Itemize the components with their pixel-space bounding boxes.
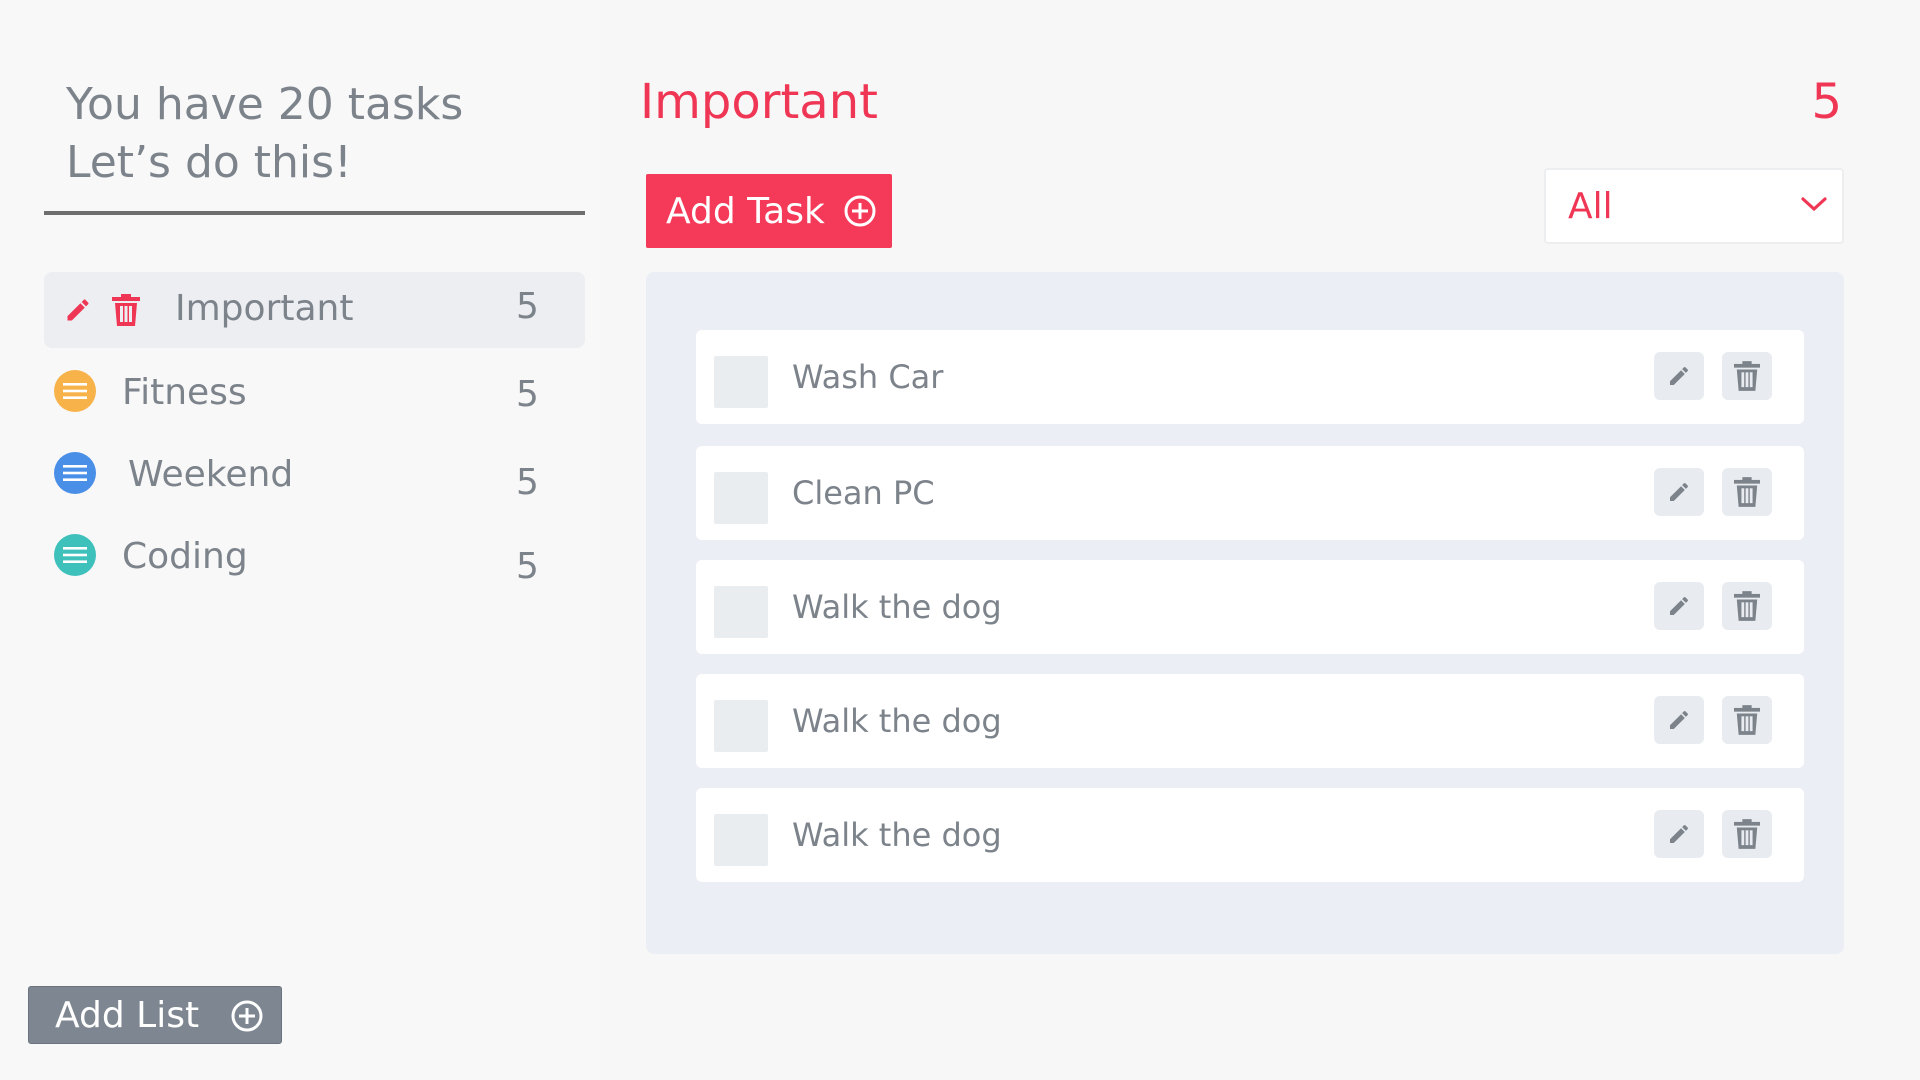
delete-task-button[interactable]: [1722, 468, 1772, 516]
list-icon: [54, 370, 96, 412]
list-icon: [54, 534, 96, 576]
task-name: Walk the dog: [792, 816, 1002, 854]
sidebar-item-important[interactable]: Important 5: [44, 272, 585, 348]
trash-icon: [1734, 361, 1760, 391]
chevron-down-icon: [1800, 196, 1828, 218]
task-checkbox[interactable]: [714, 356, 768, 408]
delete-task-button[interactable]: [1722, 696, 1772, 744]
add-task-label: Add Task: [666, 190, 825, 232]
plus-circle-icon: [231, 1000, 263, 1041]
task-name: Walk the dog: [792, 588, 1002, 626]
list-icon: [54, 452, 96, 494]
sidebar-item-label: Weekend: [128, 454, 294, 495]
sidebar-item-count: 5: [516, 286, 539, 327]
pencil-icon: [1670, 824, 1689, 843]
task-name: Clean PC: [792, 474, 935, 512]
task-list: Wash Car Clean PC Walk the dog Walk the …: [646, 272, 1844, 954]
task-row: Walk the dog: [696, 674, 1804, 768]
edit-task-button[interactable]: [1654, 468, 1704, 516]
pencil-icon: [1670, 482, 1689, 501]
sidebar-item-count: 5: [516, 546, 539, 587]
delete-task-button[interactable]: [1722, 810, 1772, 858]
add-list-button[interactable]: Add List: [28, 986, 282, 1044]
divider: [44, 211, 585, 215]
sidebar: You have 20 tasks Let’s do this! Importa…: [0, 0, 600, 1080]
greeting-line-1: You have 20 tasks: [66, 79, 464, 130]
delete-task-button[interactable]: [1722, 582, 1772, 630]
task-row: Walk the dog: [696, 560, 1804, 654]
filter-select[interactable]: All: [1544, 168, 1844, 244]
edit-task-button[interactable]: [1654, 352, 1704, 400]
task-checkbox[interactable]: [714, 586, 768, 638]
add-list-label: Add List: [55, 994, 200, 1036]
task-row: Wash Car: [696, 330, 1804, 424]
task-checkbox[interactable]: [714, 814, 768, 866]
edit-task-button[interactable]: [1654, 810, 1704, 858]
pencil-icon: [1670, 596, 1689, 615]
sidebar-item-coding[interactable]: Coding 5: [44, 520, 585, 596]
task-count: 5: [1811, 74, 1842, 130]
pencil-icon[interactable]: [64, 296, 92, 324]
sidebar-item-weekend[interactable]: Weekend 5: [44, 438, 585, 514]
trash-icon: [1734, 819, 1760, 849]
edit-task-button[interactable]: [1654, 696, 1704, 744]
task-checkbox[interactable]: [714, 700, 768, 752]
plus-circle-icon: [844, 195, 876, 236]
trash-icon: [1734, 477, 1760, 507]
greeting-line-2: Let’s do this!: [66, 137, 352, 188]
sidebar-item-label: Important: [175, 288, 354, 329]
delete-task-button[interactable]: [1722, 352, 1772, 400]
sidebar-item-label: Coding: [122, 536, 248, 577]
trash-icon: [1734, 705, 1760, 735]
task-row: Clean PC: [696, 446, 1804, 540]
sidebar-item-count: 5: [516, 374, 539, 415]
task-row: Walk the dog: [696, 788, 1804, 882]
task-summary-heading: You have 20 tasks Let’s do this!: [66, 76, 463, 192]
task-checkbox[interactable]: [714, 472, 768, 524]
sidebar-item-count: 5: [516, 462, 539, 503]
page-title: Important: [640, 74, 878, 130]
task-name: Wash Car: [792, 358, 944, 396]
edit-task-button[interactable]: [1654, 582, 1704, 630]
trash-icon: [1734, 591, 1760, 621]
sidebar-item-fitness[interactable]: Fitness 5: [44, 356, 585, 432]
pencil-icon: [1670, 710, 1689, 729]
filter-value: All: [1568, 186, 1613, 227]
add-task-button[interactable]: Add Task: [646, 174, 892, 248]
sidebar-item-label: Fitness: [122, 372, 247, 413]
task-name: Walk the dog: [792, 702, 1002, 740]
trash-icon[interactable]: [112, 294, 140, 326]
pencil-icon: [1670, 366, 1689, 385]
